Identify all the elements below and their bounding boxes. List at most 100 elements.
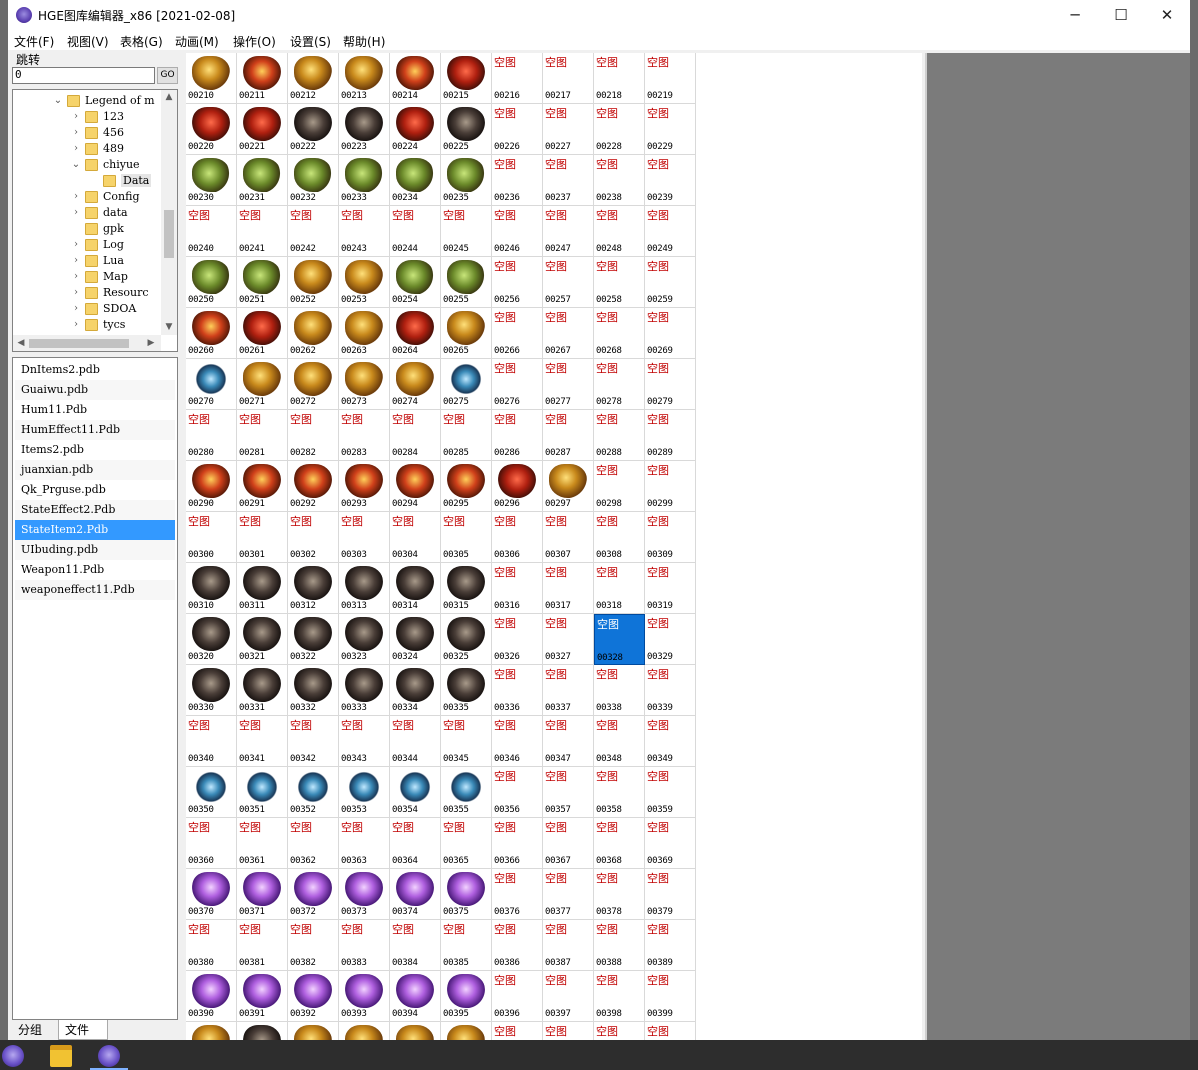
image-cell[interactable]: 00390	[186, 971, 237, 1022]
go-button[interactable]: GO	[157, 67, 178, 84]
scroll-down-arrow-icon[interactable]: ▼	[163, 322, 175, 332]
maximize-button[interactable]: ☐	[1098, 0, 1144, 31]
image-cell[interactable]: 空图 00345	[441, 716, 492, 767]
file-list-item[interactable]: StateEffect2.Pdb	[15, 500, 175, 520]
image-cell[interactable]: 00353	[339, 767, 390, 818]
tree-horizontal-scrollbar[interactable]: ◀ ▶	[13, 335, 161, 351]
image-cell[interactable]: 00220	[186, 104, 237, 155]
image-cell[interactable]: 00260	[186, 308, 237, 359]
image-grid[interactable]: 00210 00211 00212 00213 00214 00215 空图 00216 空图 0…	[186, 53, 922, 1040]
image-cell[interactable]: 00315	[441, 563, 492, 614]
image-cell[interactable]: 空图 00383	[339, 920, 390, 971]
image-cell[interactable]: 00296	[492, 461, 543, 512]
collapse-chevron-icon[interactable]: ›	[71, 109, 81, 125]
image-cell[interactable]: 空图 00308	[594, 512, 645, 563]
expand-chevron-icon[interactable]: ⌄	[53, 93, 63, 109]
image-cell[interactable]: 空图 00256	[492, 257, 543, 308]
image-cell[interactable]: 00400	[186, 1022, 237, 1040]
image-cell[interactable]: 空图 00397	[543, 971, 594, 1022]
image-cell[interactable]: 00263	[339, 308, 390, 359]
collapse-chevron-icon[interactable]: ›	[71, 285, 81, 301]
image-cell[interactable]: 00405	[441, 1022, 492, 1040]
image-cell[interactable]: 空图 00340	[186, 716, 237, 767]
image-cell[interactable]: 空图 00338	[594, 665, 645, 716]
image-cell[interactable]: 00211	[237, 53, 288, 104]
image-cell[interactable]: 00222	[288, 104, 339, 155]
image-cell[interactable]: 空图 00399	[645, 971, 696, 1022]
image-cell[interactable]: 空图 00359	[645, 767, 696, 818]
menu-operation[interactable]: 操作(O)	[233, 33, 276, 50]
image-cell[interactable]: 00233	[339, 155, 390, 206]
tab-group[interactable]: 分组	[12, 1020, 56, 1040]
image-cell[interactable]: 00251	[237, 257, 288, 308]
image-cell[interactable]: 空图 00279	[645, 359, 696, 410]
collapse-chevron-icon[interactable]: ›	[71, 301, 81, 317]
tree-node[interactable]: › Log	[13, 237, 161, 253]
image-cell[interactable]: 空图 00304	[390, 512, 441, 563]
image-cell[interactable]: 空图 00303	[339, 512, 390, 563]
tree-node[interactable]: › SDOA	[13, 301, 161, 317]
tree-node[interactable]: › tycs	[13, 317, 161, 333]
image-cell[interactable]: 空图 00306	[492, 512, 543, 563]
image-cell[interactable]: 00375	[441, 869, 492, 920]
image-cell[interactable]: 00234	[390, 155, 441, 206]
image-cell[interactable]: 00372	[288, 869, 339, 920]
image-cell[interactable]: 00290	[186, 461, 237, 512]
image-cell[interactable]: 空图00408	[594, 1022, 645, 1040]
close-button[interactable]: ✕	[1144, 0, 1190, 31]
tree-node[interactable]: › Lua	[13, 253, 161, 269]
image-cell[interactable]: 00255	[441, 257, 492, 308]
image-cell[interactable]: 空图 00316	[492, 563, 543, 614]
file-list-item[interactable]: HumEffect11.Pdb	[15, 420, 175, 440]
image-cell[interactable]: 空图 00301	[237, 512, 288, 563]
tree-vertical-scrollbar[interactable]: ▲ ▼	[161, 90, 177, 335]
collapse-chevron-icon[interactable]: ›	[71, 205, 81, 221]
image-cell[interactable]: 空图 00362	[288, 818, 339, 869]
image-cell[interactable]: 空图 00328	[594, 614, 645, 665]
image-cell[interactable]: 空图 00367	[543, 818, 594, 869]
image-cell[interactable]: 00225	[441, 104, 492, 155]
image-cell[interactable]: 00262	[288, 308, 339, 359]
tree-node[interactable]: › 456	[13, 125, 161, 141]
image-cell[interactable]: 空图 00363	[339, 818, 390, 869]
image-cell[interactable]: 空图 00216	[492, 53, 543, 104]
hge-editor-taskbar-icon[interactable]	[98, 1045, 120, 1067]
scroll-right-arrow-icon[interactable]: ▶	[145, 338, 157, 348]
tree-node[interactable]: gpk	[13, 221, 161, 237]
image-cell[interactable]: 00311	[237, 563, 288, 614]
image-cell[interactable]: 空图 00378	[594, 869, 645, 920]
image-cell[interactable]: 空图 00386	[492, 920, 543, 971]
collapse-chevron-icon[interactable]: ›	[71, 317, 81, 333]
collapse-chevron-icon[interactable]: ›	[71, 141, 81, 157]
image-cell[interactable]: 00223	[339, 104, 390, 155]
image-cell[interactable]: 空图 00349	[645, 716, 696, 767]
image-cell[interactable]: 00313	[339, 563, 390, 614]
image-cell[interactable]: 00322	[288, 614, 339, 665]
scroll-left-arrow-icon[interactable]: ◀	[15, 338, 27, 348]
image-cell[interactable]: 空图 00319	[645, 563, 696, 614]
menu-help[interactable]: 帮助(H)	[343, 33, 385, 50]
image-cell[interactable]: 空图 00336	[492, 665, 543, 716]
image-cell[interactable]: 00210	[186, 53, 237, 104]
image-cell[interactable]: 00295	[441, 461, 492, 512]
image-cell[interactable]: 空图 00281	[237, 410, 288, 461]
tree-node[interactable]: › data	[13, 205, 161, 221]
image-cell[interactable]: 空图 00329	[645, 614, 696, 665]
image-cell[interactable]: 空图 00343	[339, 716, 390, 767]
image-cell[interactable]: 空图 00288	[594, 410, 645, 461]
image-cell[interactable]: 00331	[237, 665, 288, 716]
image-cell[interactable]: 00323	[339, 614, 390, 665]
image-cell[interactable]: 空图 00309	[645, 512, 696, 563]
image-cell[interactable]: 00324	[390, 614, 441, 665]
image-cell[interactable]: 空图 00326	[492, 614, 543, 665]
image-cell[interactable]: 00232	[288, 155, 339, 206]
image-cell[interactable]: 00271	[237, 359, 288, 410]
hge-taskbar-icon[interactable]	[2, 1045, 24, 1067]
image-cell[interactable]: 00351	[237, 767, 288, 818]
image-cell[interactable]: 空图 00387	[543, 920, 594, 971]
image-cell[interactable]: 空图 00242	[288, 206, 339, 257]
image-cell[interactable]: 空图 00356	[492, 767, 543, 818]
image-cell[interactable]: 空图 00243	[339, 206, 390, 257]
image-cell[interactable]: 00404	[390, 1022, 441, 1040]
image-cell[interactable]: 空图 00358	[594, 767, 645, 818]
